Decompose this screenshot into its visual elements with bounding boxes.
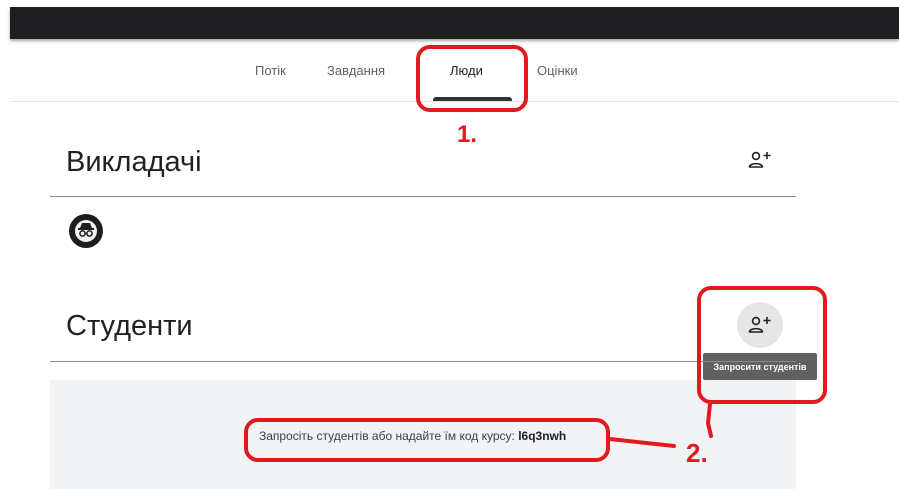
incognito-avatar-icon — [75, 220, 97, 242]
teachers-divider — [50, 196, 796, 197]
tab-grades[interactable]: Оцінки — [537, 63, 578, 78]
callout-box-1 — [416, 45, 528, 112]
tab-classwork[interactable]: Завдання — [327, 63, 385, 78]
students-heading: Студенти — [66, 310, 193, 342]
person-add-icon — [748, 151, 771, 168]
callout-box-2-button — [697, 286, 827, 404]
app-top-bar — [10, 7, 899, 39]
teachers-heading: Викладачі — [66, 146, 202, 178]
teacher-avatar[interactable] — [69, 214, 103, 248]
step-2-label: 2. — [686, 438, 708, 468]
callout-box-2-code — [244, 418, 610, 462]
step-1-label: 1. — [457, 121, 478, 148]
add-teacher-button[interactable] — [737, 137, 783, 183]
students-divider — [50, 361, 796, 362]
tab-stream[interactable]: Потік — [255, 63, 286, 78]
